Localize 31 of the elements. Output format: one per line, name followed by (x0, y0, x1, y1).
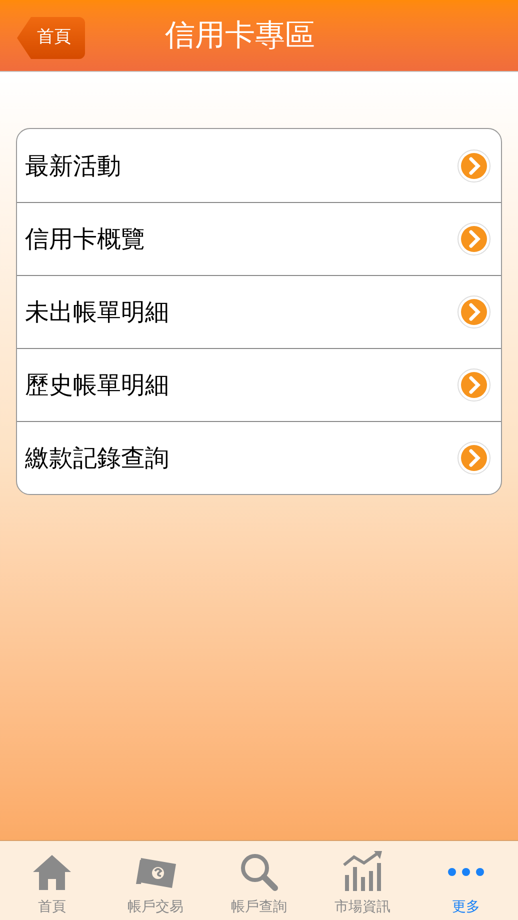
chevron-right-icon (457, 295, 491, 329)
search-icon (238, 852, 279, 892)
tab-label: 帳戶交易 (127, 898, 184, 917)
menu-item[interactable]: 歷史帳單明細 (17, 348, 501, 421)
menu-item-label: 信用卡概覽 (25, 224, 145, 255)
tab-label: 首頁 (38, 898, 66, 917)
tab-label: 帳戶查詢 (230, 898, 287, 917)
menu-item[interactable]: 信用卡概覽 (17, 202, 501, 275)
bar-chart-icon (342, 851, 384, 893)
back-button[interactable]: 首頁 (17, 17, 85, 59)
tab[interactable]: 市場資訊 (310, 841, 414, 920)
chevron-right-icon (457, 148, 491, 182)
chevron-right-icon (457, 441, 491, 475)
tab-label: 市場資訊 (334, 898, 391, 917)
menu-item-label: 歷史帳單明細 (25, 370, 169, 401)
menu-item[interactable]: 未出帳單明細 (17, 275, 501, 348)
more-icon (446, 866, 486, 878)
tab-label: 更多 (452, 898, 480, 917)
home-icon (32, 852, 72, 892)
tab[interactable]: 首頁 (0, 841, 104, 920)
chevron-right-icon (457, 368, 491, 402)
menu-item[interactable]: 繳款記錄查詢 (17, 421, 501, 494)
menu-item-label: 繳款記錄查詢 (25, 443, 169, 474)
page-title: 信用卡專區 (165, 17, 315, 55)
menu-item[interactable]: 最新活動 (17, 129, 501, 202)
tab[interactable]: 帳戶交易 (104, 841, 208, 920)
menu-item-label: 未出帳單明細 (25, 297, 169, 328)
chevron-right-icon (457, 222, 491, 256)
tab[interactable]: 更多 (414, 841, 518, 920)
menu-item-label: 最新活動 (25, 150, 121, 182)
tab[interactable]: 帳戶查詢 (207, 841, 311, 920)
